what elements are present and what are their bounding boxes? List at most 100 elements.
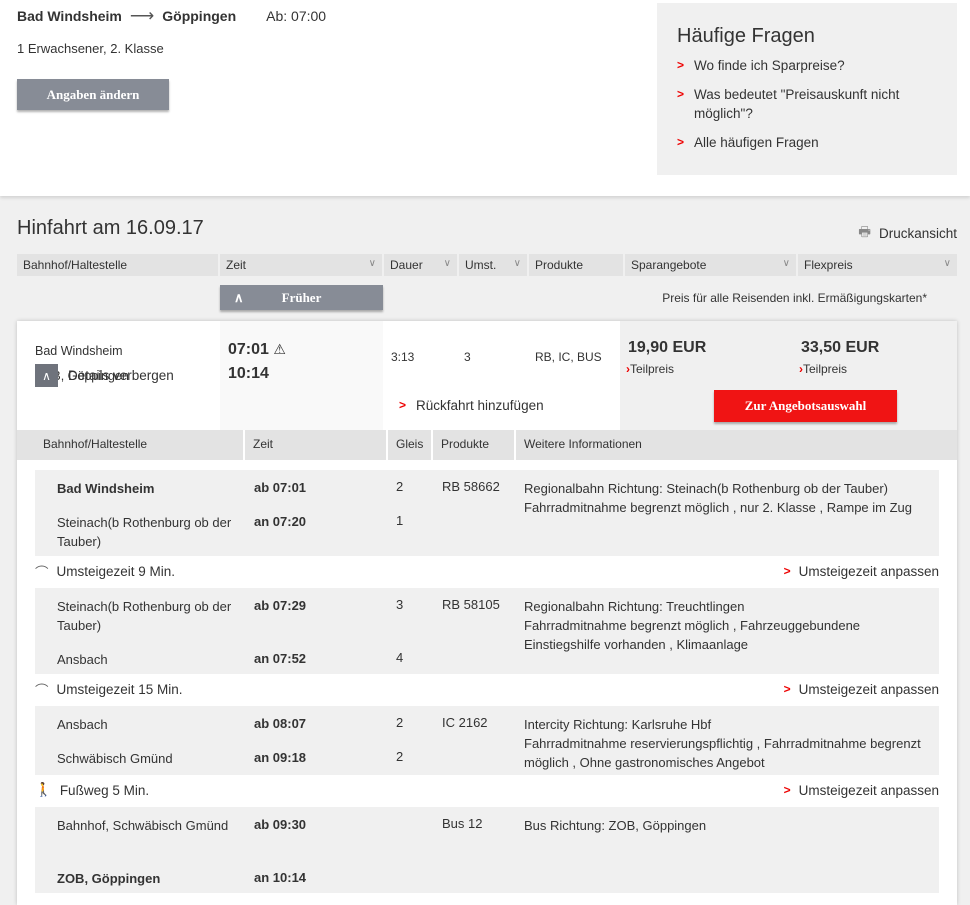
price-note: Preis für alle Reisenden inkl. Ermäßigun…	[662, 291, 927, 305]
segment-product: IC 2162	[442, 715, 488, 730]
chevron-down-icon: ∨	[443, 258, 451, 269]
passengers: 1 Erwachsener, 2. Klasse	[17, 41, 164, 56]
column-station: Bahnhof/Haltestelle	[17, 254, 218, 276]
results-columns-5: Sparangebote	[631, 258, 707, 272]
earlier-button[interactable]: ∧ Früher	[220, 285, 383, 310]
chevron-right-icon: >	[677, 87, 685, 101]
container: ⌒ Umsteigezeit 15 Min.	[35, 679, 183, 699]
faq-link[interactable]: > Alle häufigen Fragen	[677, 133, 937, 152]
transfer-label: Umsteigezeit 9 Min.	[56, 563, 176, 579]
details-columns-2: Gleis	[388, 430, 433, 460]
details-transfers-2-action: Umsteigezeit anpassen	[798, 782, 939, 798]
column-flex-sort[interactable]: Flexpreis ∨	[798, 254, 957, 276]
segment-dep-track: 2	[396, 715, 404, 730]
column-spar-sort[interactable]: Sparangebote ∨	[625, 254, 796, 276]
segment-product: RB 58105	[442, 597, 500, 612]
container: 19,90 EUR ›Teilpreis 33,50 EUR ›Teilprei…	[620, 321, 957, 430]
departure-time: Ab: 07:00	[266, 8, 327, 24]
segment-arr-station: Steinach(b Rothenburg ob der Tauber)	[57, 515, 232, 549]
arrow-right-icon: ⟶	[129, 6, 155, 25]
faq-title: Häufige Fragen	[677, 25, 815, 47]
details-columns-1: Zeit	[245, 430, 388, 460]
conn-duration: 3:13	[391, 350, 415, 364]
results-columns-3: Umst.	[465, 258, 497, 272]
faq-items-2: Alle häufigen Fragen	[694, 135, 819, 150]
column-duration-sort[interactable]: Dauer ∨	[384, 254, 457, 276]
results-columns-2: Dauer	[390, 258, 423, 272]
add-return-link[interactable]: > Rückfahrt hinzufügen	[399, 398, 544, 413]
column-products: Produkte	[529, 254, 623, 276]
connection-summary[interactable]: Bad Windsheim ZOB, Göppingen 07:01 ⚠ 10:14…	[17, 321, 957, 430]
segment-arr-track: 1	[396, 513, 404, 528]
details-columns-0: Bahnhof/Haltestelle	[17, 430, 245, 460]
select-offer-button[interactable]: Zur Angebotsauswahl	[714, 390, 897, 422]
segment-info-extras: Fahrradmitnahme begrenzt möglich , Fahrz…	[524, 618, 861, 652]
faq-items-1: Was bedeutet "Preisauskunft nicht möglic…	[694, 87, 900, 121]
segment-arr-time: an 07:52	[254, 651, 307, 666]
results-columns-1: Zeit	[226, 258, 247, 272]
segment-dep-station: Ansbach	[57, 717, 108, 732]
toggle-details-button[interactable]: ∧ Details verbergen	[35, 321, 174, 430]
segment-arr-track: 4	[396, 650, 404, 665]
chevron-down-icon: ∨	[782, 258, 790, 269]
walking-icon: 🚶	[35, 782, 52, 797]
journey-segment: Steinach(b Rothenburg ob der Tauber) ab …	[35, 588, 939, 674]
container: Bus Richtung: ZOB, Göppingen	[524, 816, 924, 835]
chevron-right-icon: >	[677, 58, 685, 72]
chevron-right-icon: >	[783, 564, 791, 578]
segment-info-extras: Fahrradmitnahme begrenzt möglich , nur 2…	[524, 500, 913, 515]
page-title: Hinfahrt am 16.09.17	[17, 217, 204, 239]
printer-icon: 🖶	[858, 224, 871, 239]
segment-info-direction: Intercity Richtung: Karlsruhe Hbf	[524, 717, 712, 732]
segment-product: RB 58662	[442, 479, 500, 494]
transfer-icon: ⌒	[35, 565, 49, 580]
chevron-down-icon: ∨	[943, 258, 951, 269]
segment-dep-time: ab 08:07	[254, 716, 307, 731]
from-station: Bad Windsheim	[17, 8, 122, 24]
flex-teilpreis-link[interactable]: ›Teilpreis	[799, 362, 847, 376]
segment-dep-station: Steinach(b Rothenburg ob der Tauber)	[57, 599, 232, 633]
container: 07:01 ⚠ 10:14	[220, 321, 383, 430]
column-changes-sort[interactable]: Umst. ∨	[459, 254, 527, 276]
to-station: Göppingen	[162, 8, 237, 24]
transfer-label: Fußweg 5 Min.	[59, 782, 150, 798]
chevron-up-icon: ∧	[234, 289, 244, 305]
adjust-transfer-link[interactable]: > Umsteigezeit anpassen	[784, 682, 939, 697]
chevron-up-icon: ∧	[35, 364, 58, 387]
segment-dep-station: Bad Windsheim	[57, 481, 155, 496]
segment-arr-track: 2	[396, 749, 404, 764]
column-time-sort[interactable]: Zeit ∨	[220, 254, 382, 276]
spar-teilpreis-link[interactable]: ›Teilpreis	[626, 362, 674, 376]
details-columns-4: Weitere Informationen	[524, 437, 642, 451]
connection-teilpreis: Teilpreis	[803, 362, 848, 376]
chevron-right-icon: >	[783, 682, 791, 696]
segment-dep-track: 2	[396, 479, 404, 494]
print-view-link[interactable]: 🖶 Druckansicht	[858, 222, 957, 245]
container: 3:13 3 RB, IC, BUS > Rückfahrt hinzufügen	[383, 321, 620, 430]
segment-arr-time: an 10:14	[254, 870, 307, 885]
journey-segment: Bad Windsheim ab 07:01 2 Steinach(b Roth…	[35, 470, 939, 556]
connection-teilpreis: Teilpreis	[630, 362, 675, 376]
chevron-down-icon: ∨	[368, 258, 376, 269]
adjust-transfer-link[interactable]: > Umsteigezeit anpassen	[784, 564, 939, 579]
container: 07:01 ⚠	[228, 337, 375, 362]
conn-changes: 3	[464, 350, 471, 364]
container: Intercity Richtung: Karlsruhe Hbf Fahrrad…	[524, 715, 924, 772]
conn-products: RB, IC, BUS	[535, 350, 602, 364]
change-search-button[interactable]: Angaben ändern	[17, 79, 169, 110]
flex-price: 33,50 EUR	[801, 339, 880, 356]
faq-items-0: Wo finde ich Sparpreise?	[694, 58, 845, 73]
segment-info-direction: Regionalbahn Richtung: Treuchtlingen	[524, 599, 745, 614]
segment-product: Bus 12	[442, 816, 483, 831]
segment-arr-station: Schwäbisch Gmünd	[57, 751, 173, 766]
container: Regionalbahn Richtung: Steinach(b Rothen…	[524, 479, 924, 517]
container: ⌒ Umsteigezeit 9 Min.	[35, 561, 175, 581]
transfer-row: ⌒ Umsteigezeit 9 Min. > Umsteigezeit anpass…	[35, 556, 939, 586]
segment-arr-station: ZOB, Göppingen	[57, 871, 161, 886]
conn-arr: 10:14	[228, 365, 269, 382]
connection-card: Bad Windsheim ZOB, Göppingen 07:01 ⚠ 10:14…	[17, 321, 957, 905]
faq-link[interactable]: > Was bedeutet "Preisauskunft nicht mögli…	[677, 85, 937, 123]
adjust-transfer-link[interactable]: > Umsteigezeit anpassen	[784, 783, 939, 798]
container: 🚶 Fußweg 5 Min.	[35, 782, 149, 798]
faq-link[interactable]: > Wo finde ich Sparpreise?	[677, 56, 937, 75]
